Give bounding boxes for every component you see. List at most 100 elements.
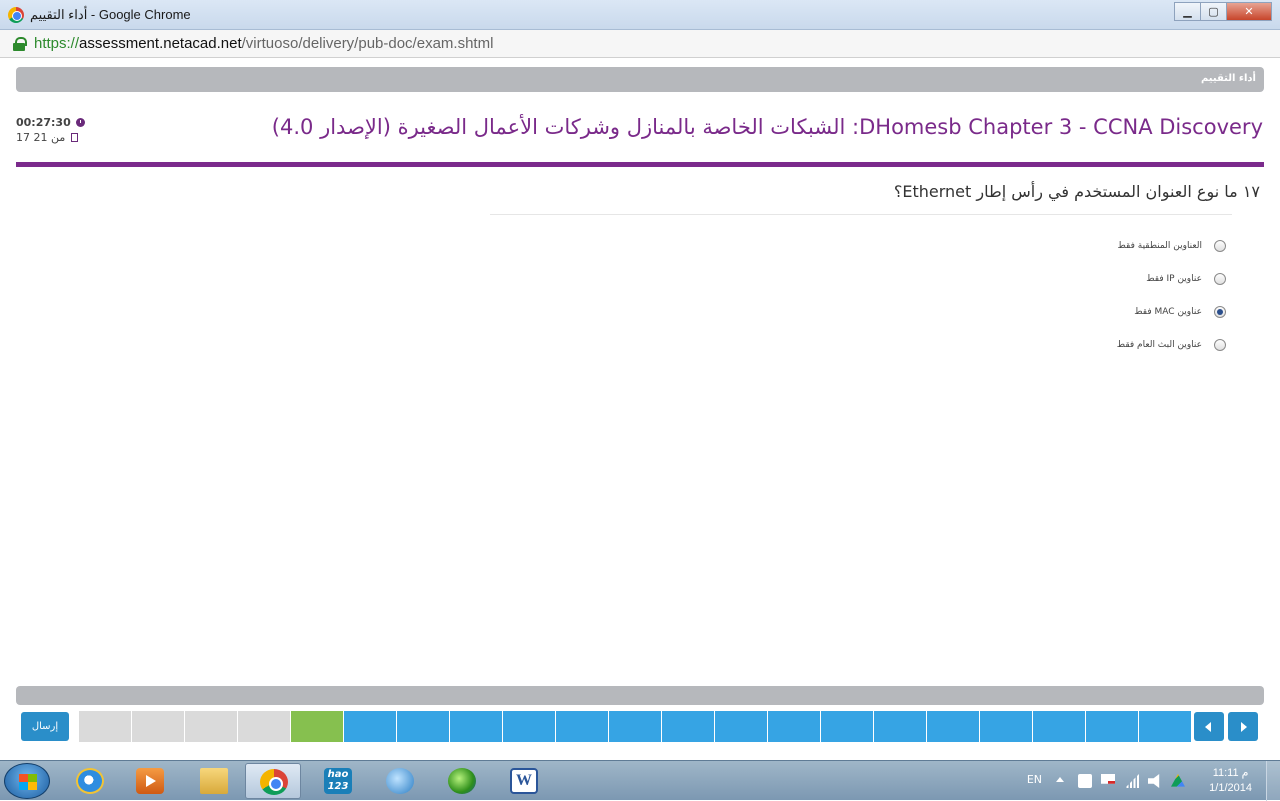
radio-button[interactable] (1214, 272, 1226, 285)
question-tile-3[interactable] (185, 711, 237, 742)
question-tile-4[interactable] (238, 711, 290, 742)
windows-logo-icon (19, 774, 37, 790)
page-counter: 17 من 21 (16, 131, 79, 144)
url-scheme: https:// (34, 35, 80, 52)
answer-label: عناوين MAC فقط (1134, 306, 1202, 317)
title-divider (16, 162, 1264, 167)
question-tile-5[interactable] (291, 711, 343, 742)
language-indicator[interactable]: EN (1027, 773, 1042, 786)
radio-button-selected[interactable] (1214, 305, 1226, 318)
question-number: ١٧ (1242, 182, 1260, 201)
chevron-left-icon (1205, 722, 1211, 732)
answer-option[interactable]: العناوين المنطقية فقط (826, 229, 1226, 262)
window-titlebar: أداء التقييم - Google Chrome ▁ ▢ ✕ (0, 0, 1280, 30)
address-bar[interactable]: https://assessment.netacad.net/virtuoso/… (0, 30, 1280, 58)
globe-icon (448, 768, 476, 794)
start-button[interactable] (4, 763, 50, 799)
question-navigation: إرسال (16, 708, 1264, 745)
page-header-label: أداء التقييم (1200, 73, 1256, 84)
show-hidden-icons-icon[interactable] (1056, 777, 1064, 782)
timer-value: 00:27:30 (16, 116, 71, 129)
show-desktop-button[interactable] (1266, 761, 1280, 801)
question-tile-12[interactable] (662, 711, 714, 742)
taskbar-ie[interactable] (62, 763, 118, 799)
window-controls: ▁ ▢ ✕ (1174, 2, 1272, 21)
question-text: ١٧ ما نوع العنوان المستخدم في رأس إطار E… (894, 182, 1260, 201)
google-drive-icon[interactable] (1171, 774, 1185, 787)
media-player-icon (136, 768, 164, 794)
minimize-button[interactable]: ▁ (1174, 2, 1201, 21)
answer-label: عناوين البث العام فقط (1116, 339, 1202, 350)
taskbar-chrome[interactable] (245, 763, 301, 799)
url-path: /virtuoso/delivery/pub-doc/exam.shtml (241, 35, 494, 52)
signal-strength-icon[interactable] (1125, 774, 1139, 788)
page-count-value: 17 من 21 (16, 131, 66, 144)
question-divider (490, 214, 1232, 215)
question-tile-2[interactable] (132, 711, 184, 742)
question-tile-11[interactable] (609, 711, 661, 742)
system-clock[interactable]: 11:11 م 1/1/2014 (1209, 766, 1252, 796)
system-tray: EN 11:11 م 1/1/2014 (980, 761, 1280, 801)
question-tiles (79, 711, 1192, 742)
url-host: assessment.netacad.net (79, 35, 242, 52)
chevron-right-icon (1241, 722, 1247, 732)
question-tile-21[interactable] (1139, 711, 1191, 742)
question-tile-17[interactable] (927, 711, 979, 742)
internet-explorer-icon (76, 768, 104, 794)
windows-update-icon (386, 768, 414, 794)
clock-icon (75, 118, 85, 127)
question-tile-15[interactable] (821, 711, 873, 742)
taskbar-media-player[interactable] (122, 763, 178, 799)
question-tile-7[interactable] (397, 711, 449, 742)
usb-device-icon[interactable] (1078, 774, 1092, 788)
folder-icon (200, 768, 228, 794)
word-icon: W (510, 768, 538, 794)
submit-button[interactable]: إرسال (21, 712, 69, 741)
url-text[interactable]: https://assessment.netacad.net/virtuoso/… (34, 35, 493, 52)
taskbar-update[interactable] (372, 763, 428, 799)
question-tile-9[interactable] (503, 711, 555, 742)
document-icon (71, 133, 79, 142)
question-tile-8[interactable] (450, 711, 502, 742)
question-tile-20[interactable] (1086, 711, 1138, 742)
answer-options: العناوين المنطقية فقط عناوين IP فقط عناو… (826, 229, 1226, 361)
question-body: ما نوع العنوان المستخدم في رأس إطار Ethe… (893, 182, 1238, 201)
page-header-bar: أداء التقييم (16, 67, 1264, 92)
answer-label: عناوين IP فقط (1146, 273, 1202, 284)
question-tile-10[interactable] (556, 711, 608, 742)
clock-time: 11:11 م (1212, 767, 1249, 779)
exam-title: DHomesb Chapter 3 - CCNA Discovery: الشب… (271, 115, 1263, 139)
chrome-logo-icon (8, 7, 24, 23)
lock-icon (13, 37, 27, 51)
question-tile-13[interactable] (715, 711, 767, 742)
close-button[interactable]: ✕ (1226, 2, 1272, 21)
answer-option[interactable]: عناوين البث العام فقط (826, 328, 1226, 361)
answer-label: العناوين المنطقية فقط (1117, 240, 1202, 251)
maximize-button[interactable]: ▢ (1200, 2, 1227, 21)
hao123-icon: hao 123 (324, 768, 352, 794)
clock-date: 1/1/2014 (1209, 782, 1252, 794)
taskbar-word[interactable]: W (496, 763, 552, 799)
question-tile-19[interactable] (1033, 711, 1085, 742)
next-button[interactable] (1228, 712, 1258, 741)
window-title: أداء التقييم - Google Chrome (30, 7, 191, 22)
question-tile-14[interactable] (768, 711, 820, 742)
footer-bar (16, 686, 1264, 705)
answer-option[interactable]: عناوين MAC فقط (826, 295, 1226, 328)
action-center-flag-icon[interactable] (1101, 774, 1115, 784)
radio-button[interactable] (1214, 239, 1226, 252)
radio-button[interactable] (1214, 338, 1226, 351)
volume-icon[interactable] (1148, 774, 1160, 788)
timer: 00:27:30 (16, 116, 85, 129)
question-tile-1[interactable] (79, 711, 131, 742)
taskbar: hao 123 W EN 11:11 م 1/1/2014 (0, 760, 1280, 801)
taskbar-globe[interactable] (434, 763, 490, 799)
taskbar-hao123[interactable]: hao 123 (310, 763, 366, 799)
answer-option[interactable]: عناوين IP فقط (826, 262, 1226, 295)
chrome-icon (260, 769, 288, 795)
question-tile-16[interactable] (874, 711, 926, 742)
previous-button[interactable] (1194, 712, 1224, 741)
taskbar-file-explorer[interactable] (186, 763, 242, 799)
question-tile-6[interactable] (344, 711, 396, 742)
question-tile-18[interactable] (980, 711, 1032, 742)
